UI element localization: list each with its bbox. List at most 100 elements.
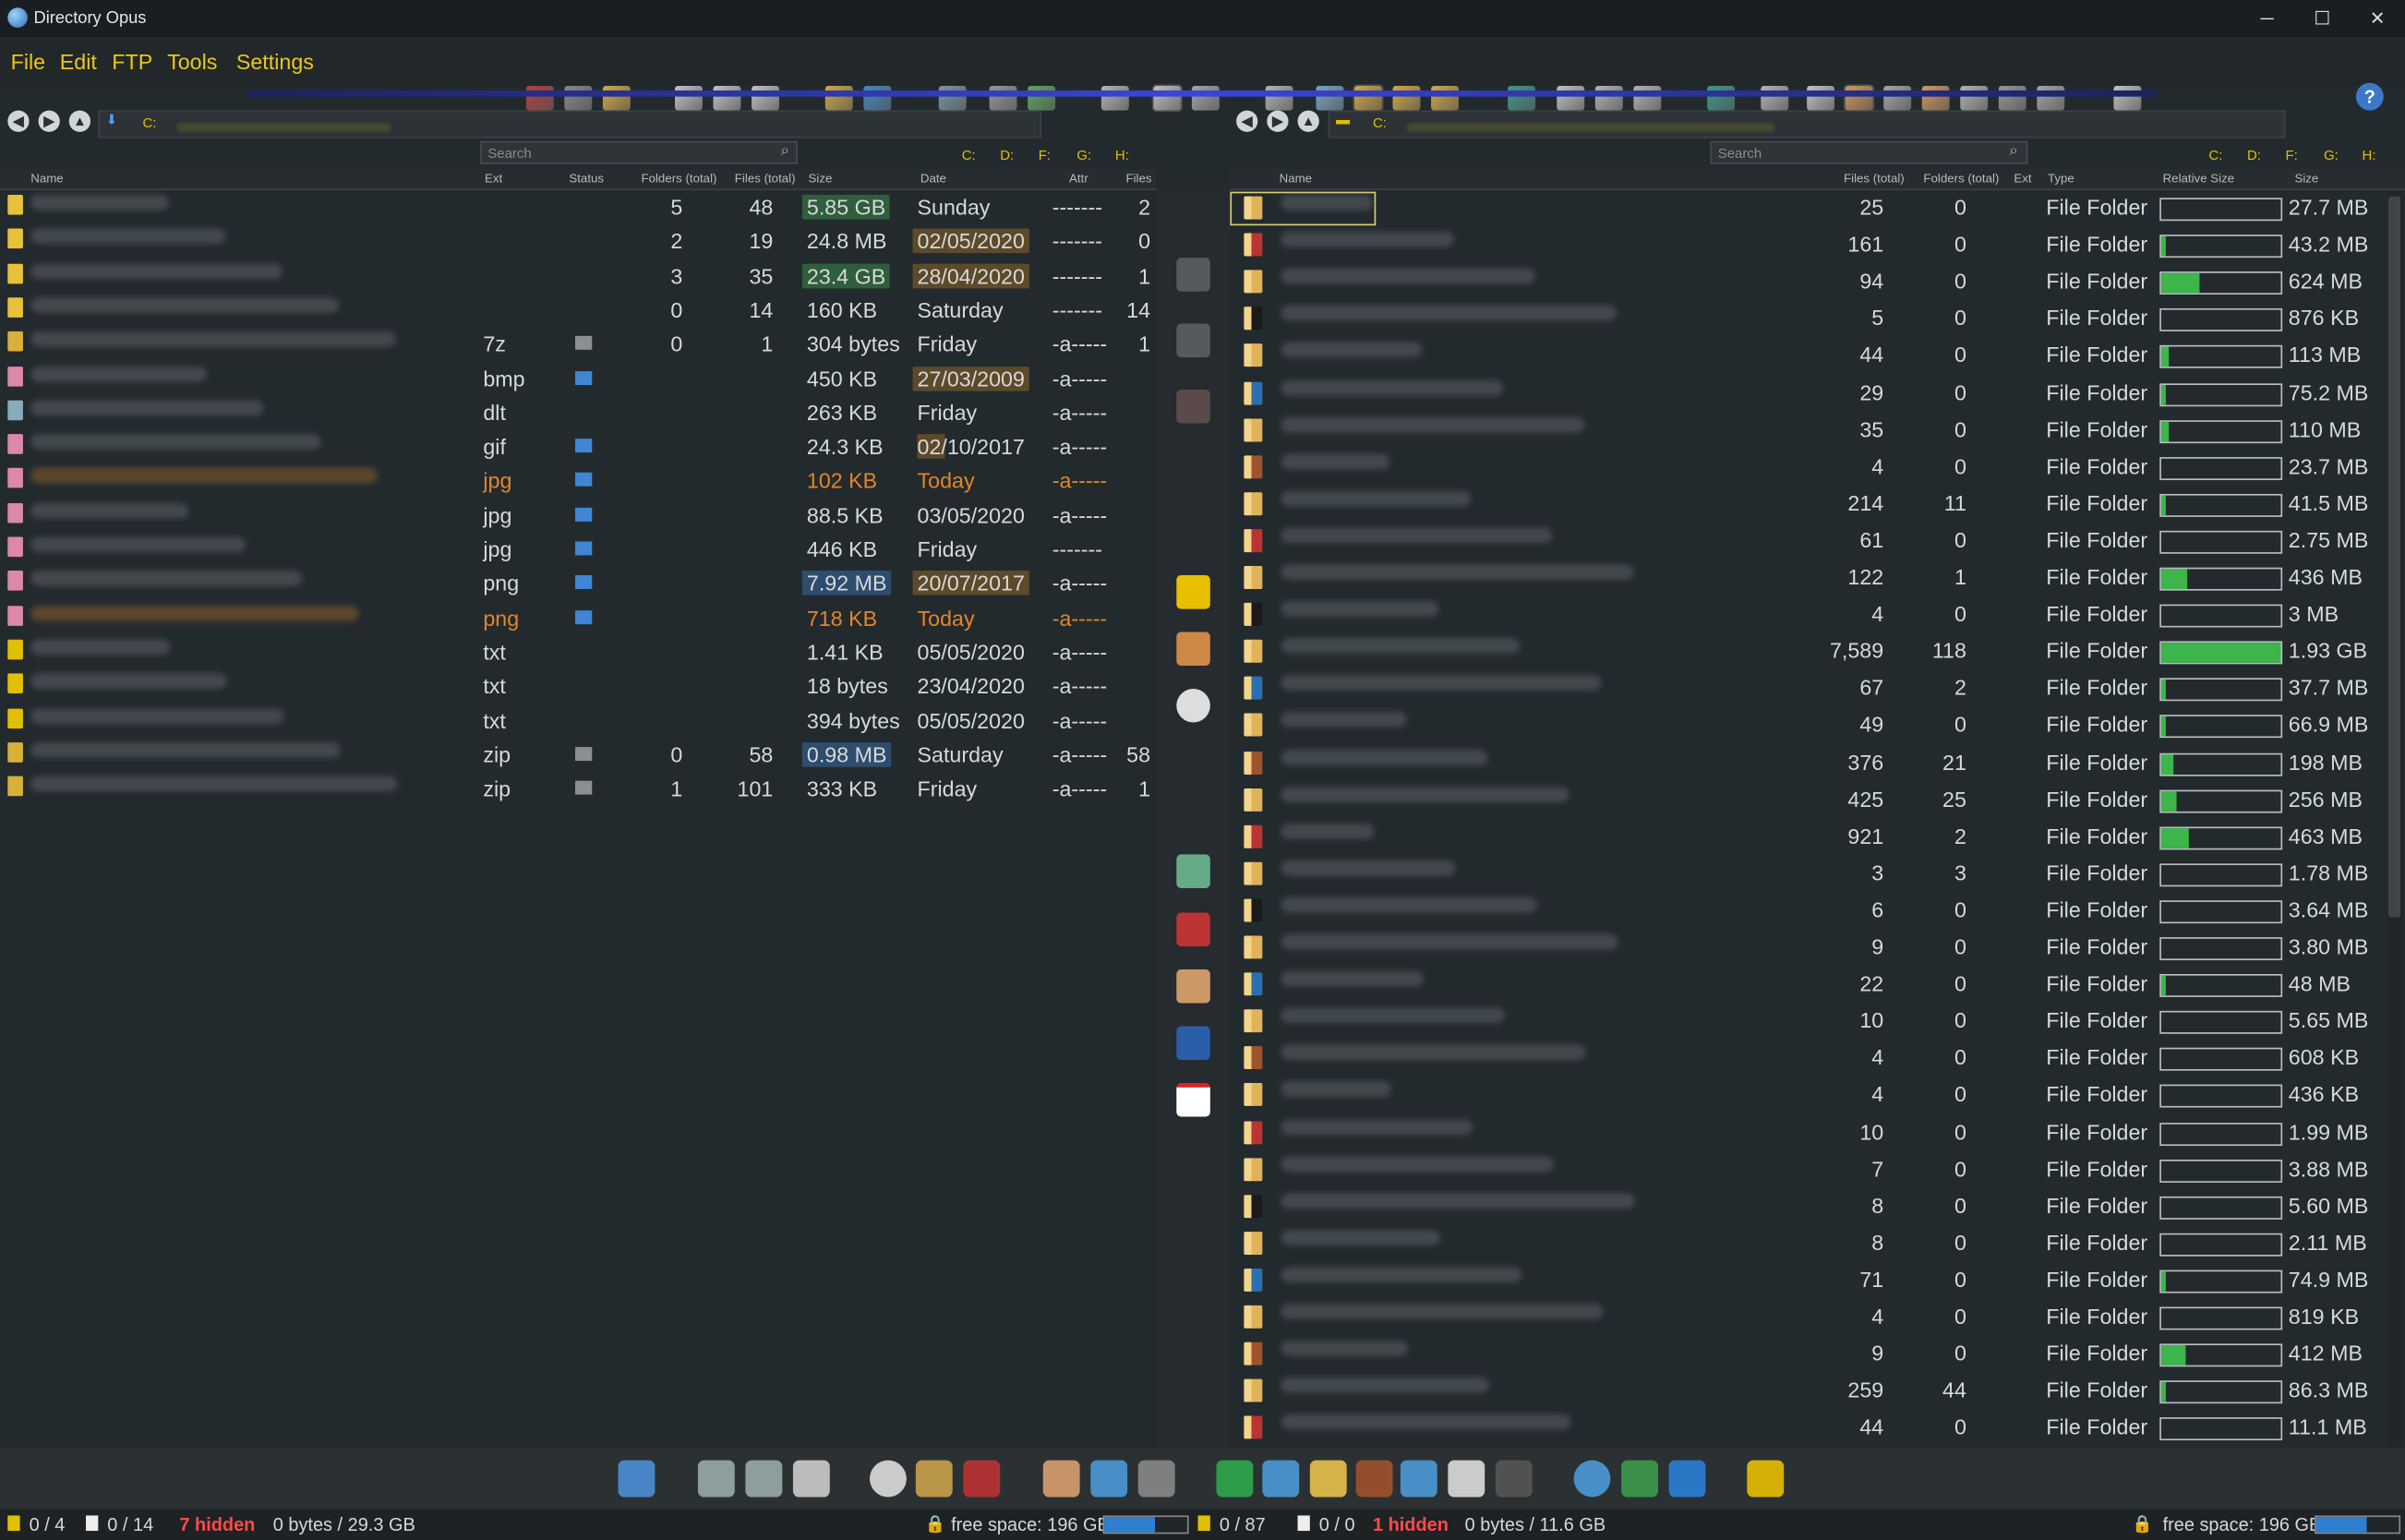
col-status[interactable]: Status [569,172,604,186]
drive-g-button[interactable]: G: [2324,147,2339,162]
4k-icon[interactable] [915,1460,953,1498]
folder-row[interactable]: 4 0 File Folder 23.7 MB [1230,451,2387,485]
folder-row[interactable]: 29 0 File Folder 75.2 MB [1230,377,2387,411]
copy-to-icon[interactable] [1176,258,1210,292]
file-row[interactable]: 2 19 24.8 MB 02/05/2020 ------- 0 [0,226,1157,260]
tiles-icon[interactable] [1921,86,1950,111]
list-icon[interactable] [1807,86,1835,111]
col-ext[interactable]: Ext [2014,172,2031,186]
folder-row[interactable]: 35 0 File Folder 110 MB [1230,414,2387,448]
check-icon[interactable] [1176,632,1210,667]
gdrive-icon[interactable] [1621,1460,1658,1498]
paste-icon[interactable] [602,86,631,111]
col-type[interactable]: Type [2048,172,2074,186]
col-size[interactable]: Size [809,172,833,186]
player-icon[interactable] [1176,575,1210,609]
file-row[interactable]: png 718 KB Today -a----- [0,602,1157,636]
col-folders-total[interactable]: Folders (total) [1923,172,1999,186]
book-icon[interactable] [1176,969,1210,1004]
back-icon[interactable]: ◀ [7,110,30,132]
col-relative-size[interactable]: Relative Size [2163,172,2235,186]
onedrive-icon[interactable] [1573,1460,1611,1498]
new-folder-icon[interactable] [1353,84,1384,113]
pane-icon[interactable] [1594,86,1623,111]
forward-icon[interactable]: ▶ [38,110,60,132]
delete-icon[interactable] [1998,86,2026,111]
left-search-input[interactable]: Search [480,140,798,164]
col-ext[interactable]: Ext [485,172,502,186]
disc-icon[interactable] [1176,688,1210,723]
file-row[interactable]: txt 1.41 KB 05/05/2020 -a----- [0,636,1157,670]
folder-row[interactable]: 4 0 File Folder 819 KB [1230,1301,2387,1335]
col-size[interactable]: Size [2294,172,2318,186]
help-button[interactable]: ? [2355,82,2384,111]
menu-settings[interactable]: Settings [236,49,314,74]
layout-dual-icon[interactable] [675,86,703,111]
music-icon[interactable] [1400,1460,1437,1498]
right-scrollbar[interactable] [2387,190,2402,1449]
copy-icon[interactable] [2037,86,2065,111]
favorites-icon[interactable] [1431,86,1459,111]
menu-edit[interactable]: Edit [60,49,97,74]
folder-row[interactable]: 214 11 File Folder 41.5 MB [1230,487,2387,522]
layout-d-icon[interactable] [1316,86,1344,111]
right-search-input[interactable]: Search [1710,140,2028,164]
drive-h-button[interactable]: H: [2363,147,2376,162]
document-icon[interactable] [1448,1460,1485,1498]
right-up-icon[interactable]: ▲ [1297,110,1319,132]
folder-row[interactable]: 3 3 File Folder 1.78 MB [1230,857,2387,891]
file-row[interactable]: 0 14 160 KB Saturday ------- 14 [0,295,1157,329]
folder-row[interactable]: 7,589 118 File Folder 1.93 GB [1230,635,2387,669]
folder-row[interactable]: 6 0 File Folder 3.64 MB [1230,894,2387,928]
scroll-thumb[interactable] [2387,196,2401,918]
view-mode-icon[interactable] [938,86,967,111]
slideshow-icon[interactable] [1508,86,1536,111]
books-icon[interactable] [1355,1460,1393,1498]
folder-row[interactable]: 10 0 File Folder 5.65 MB [1230,1005,2387,1040]
star-icon[interactable] [1747,1460,1785,1498]
drive-c-button[interactable]: C: [2208,147,2222,162]
recycle-icon[interactable] [1137,1460,1175,1498]
left-hidden-count[interactable]: 7 hidden [179,1514,255,1535]
checkbox-mode-icon[interactable] [1100,86,1129,111]
search-icon[interactable]: ⌕ [2009,143,2017,160]
folder-row[interactable] [1230,191,1377,226]
globe-icon[interactable] [863,86,892,111]
delete-icon[interactable] [525,86,554,111]
layout-single-icon[interactable] [713,86,741,111]
folder-row[interactable]: 8 0 File Folder 5.60 MB [1230,1190,2387,1224]
folder-row[interactable]: 122 1 File Folder 436 MB [1230,561,2387,596]
maximize-button[interactable]: ☐ [2294,3,2350,33]
folder-row[interactable]: 10 0 File Folder 1.99 MB [1230,1116,2387,1150]
file-row[interactable]: 7z 0 1 304 bytes Friday -a----- 1 [0,329,1157,363]
folder-row[interactable]: 7 0 File Folder 3.88 MB [1230,1153,2387,1187]
file-row[interactable]: dlt 263 KB Friday -a----- [0,397,1157,431]
folder-row[interactable]: 8 0 File Folder 2.11 MB [1230,1227,2387,1261]
file-row[interactable]: 5 48 5.85 GB Sunday ------- 2 [0,192,1157,226]
menu-file[interactable]: File [11,49,45,74]
film-icon[interactable] [870,1460,907,1498]
layout-a-icon[interactable] [1151,84,1183,113]
col-attr[interactable]: Attr [1069,172,1088,186]
file-row[interactable]: jpg 88.5 KB 03/05/2020 -a----- [0,499,1157,534]
file-row[interactable]: jpg 102 KB Today -a----- [0,465,1157,499]
camera-icon[interactable] [1495,1460,1533,1498]
folder-row[interactable]: 9 0 File Folder 3.80 MB [1230,931,2387,965]
sunflower-icon[interactable] [1309,1460,1347,1498]
folder-row[interactable]: 4 0 File Folder 608 KB [1230,1042,2387,1077]
file-row[interactable]: 3 35 23.4 GB 28/04/2020 ------- 1 [0,260,1157,295]
folder-row[interactable]: 5 0 File Folder 876 KB [1230,303,2387,337]
thumbnails-icon[interactable] [1028,86,1056,111]
monitor-icon[interactable] [618,1460,655,1498]
user-folder-icon[interactable] [1392,86,1421,111]
col-folders-total[interactable]: Folders (total) [641,172,716,186]
pdf-icon[interactable] [1176,1082,1210,1117]
col-files-total[interactable]: Files (total) [1844,172,1905,186]
photos-icon[interactable] [1262,1460,1300,1498]
folder-row[interactable]: 44 0 File Folder 11.1 MB [1230,1412,2387,1446]
rename-icon[interactable] [1844,84,1875,113]
path-segment[interactable]: C: [143,115,157,131]
swap-icon[interactable] [1960,86,1989,111]
up-icon[interactable]: ▲ [68,110,91,132]
folder-row[interactable]: 4 0 File Folder 436 KB [1230,1079,2387,1113]
